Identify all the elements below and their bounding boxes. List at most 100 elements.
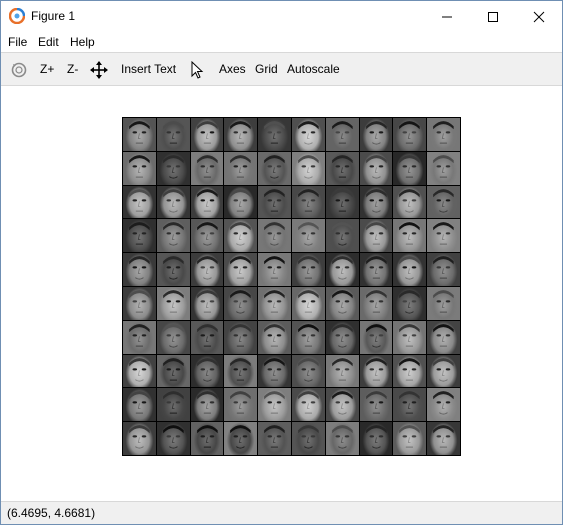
face-image-15 xyxy=(258,151,291,185)
status-bar: (6.4695, 4.6681) xyxy=(1,501,562,524)
face-image-46 xyxy=(291,253,325,286)
face-image-95 xyxy=(258,422,291,455)
face-image-93 xyxy=(190,422,224,455)
face-image-20 xyxy=(427,151,460,185)
face-image-23 xyxy=(190,185,224,219)
face-image-67 xyxy=(325,320,359,354)
face-image-3 xyxy=(190,118,224,151)
face-image-60 xyxy=(427,286,460,320)
face-image-29 xyxy=(393,185,427,219)
face-image-62 xyxy=(156,320,190,354)
face-image-grid[interactable] xyxy=(122,117,461,456)
face-image-86 xyxy=(291,388,325,422)
face-image-35 xyxy=(258,219,291,253)
face-image-18 xyxy=(359,151,393,185)
face-image-94 xyxy=(224,422,258,455)
face-image-21 xyxy=(123,185,156,219)
face-image-4 xyxy=(224,118,258,151)
face-image-61 xyxy=(123,320,156,354)
face-image-42 xyxy=(156,253,190,286)
minimize-icon xyxy=(442,16,452,17)
face-image-74 xyxy=(224,354,258,388)
menu-edit[interactable]: Edit xyxy=(38,35,59,49)
face-image-10 xyxy=(427,118,460,151)
face-image-56 xyxy=(291,286,325,320)
face-image-1 xyxy=(123,118,156,151)
face-image-71 xyxy=(123,354,156,388)
insert-text-button[interactable]: Insert Text xyxy=(121,62,176,76)
select-pointer-icon[interactable] xyxy=(188,61,206,79)
face-image-73 xyxy=(190,354,224,388)
face-image-30 xyxy=(427,185,460,219)
cursor-coordinates: (6.4695, 4.6681) xyxy=(7,506,96,520)
face-image-55 xyxy=(258,286,291,320)
face-image-52 xyxy=(156,286,190,320)
face-image-84 xyxy=(224,388,258,422)
face-image-77 xyxy=(325,354,359,388)
face-image-79 xyxy=(393,354,427,388)
face-image-75 xyxy=(258,354,291,388)
face-image-96 xyxy=(291,422,325,455)
face-image-33 xyxy=(190,219,224,253)
zoom-in-button[interactable]: Z+ xyxy=(40,62,54,76)
face-image-7 xyxy=(325,118,359,151)
face-image-89 xyxy=(393,388,427,422)
close-icon xyxy=(533,11,545,22)
face-image-41 xyxy=(123,253,156,286)
minimize-button[interactable] xyxy=(424,1,470,32)
face-image-65 xyxy=(258,320,291,354)
face-image-37 xyxy=(325,219,359,253)
title-bar[interactable]: Figure 1 xyxy=(1,1,562,32)
zoom-out-button[interactable]: Z- xyxy=(67,62,78,76)
face-image-63 xyxy=(190,320,224,354)
face-image-38 xyxy=(359,219,393,253)
face-image-39 xyxy=(393,219,427,253)
face-image-76 xyxy=(291,354,325,388)
face-image-85 xyxy=(258,388,291,422)
face-image-50 xyxy=(427,253,460,286)
face-image-22 xyxy=(156,185,190,219)
face-image-59 xyxy=(393,286,427,320)
menu-help[interactable]: Help xyxy=(70,35,95,49)
face-image-26 xyxy=(291,185,325,219)
face-image-82 xyxy=(156,388,190,422)
face-image-17 xyxy=(325,151,359,185)
face-image-99 xyxy=(393,422,427,455)
menu-file[interactable]: File xyxy=(8,35,27,49)
face-image-9 xyxy=(393,118,427,151)
face-image-83 xyxy=(190,388,224,422)
grid-button[interactable]: Grid xyxy=(255,62,278,76)
face-image-54 xyxy=(224,286,258,320)
face-image-31 xyxy=(123,219,156,253)
rotate-icon[interactable] xyxy=(10,61,28,79)
face-image-19 xyxy=(393,151,427,185)
face-image-8 xyxy=(359,118,393,151)
face-image-68 xyxy=(359,320,393,354)
figure-toolbar: Z+ Z- Insert Text Axes Grid Autoscale xyxy=(1,52,562,86)
face-image-32 xyxy=(156,219,190,253)
face-image-14 xyxy=(224,151,258,185)
figure-window: Figure 1 File Edit Help Z+ Z- Insert Tex… xyxy=(0,0,563,525)
face-image-43 xyxy=(190,253,224,286)
face-image-70 xyxy=(427,320,460,354)
face-image-5 xyxy=(258,118,291,151)
maximize-button[interactable] xyxy=(470,1,516,32)
octave-app-icon xyxy=(9,8,25,24)
face-image-88 xyxy=(359,388,393,422)
face-image-2 xyxy=(156,118,190,151)
autoscale-button[interactable]: Autoscale xyxy=(287,62,340,76)
window-title: Figure 1 xyxy=(31,9,76,23)
pan-icon[interactable] xyxy=(90,61,108,79)
face-image-100 xyxy=(427,422,460,455)
face-image-91 xyxy=(123,422,156,455)
face-image-44 xyxy=(224,253,258,286)
axes-button[interactable]: Axes xyxy=(219,62,246,76)
face-image-51 xyxy=(123,286,156,320)
figure-canvas[interactable] xyxy=(1,86,562,501)
face-image-25 xyxy=(258,185,291,219)
menu-bar: File Edit Help xyxy=(1,32,562,52)
face-image-57 xyxy=(325,286,359,320)
face-image-48 xyxy=(359,253,393,286)
close-button[interactable] xyxy=(516,1,562,32)
face-image-53 xyxy=(190,286,224,320)
